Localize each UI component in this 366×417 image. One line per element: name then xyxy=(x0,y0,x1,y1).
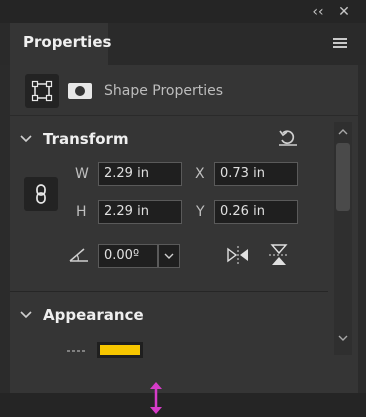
tab-properties-label: Properties xyxy=(23,33,112,51)
stroke-color-swatch[interactable] xyxy=(100,345,140,355)
shape-properties-label: Shape Properties xyxy=(104,83,224,99)
appearance-chevron-down-icon[interactable] xyxy=(20,309,32,321)
panel-bottom-strip xyxy=(0,393,366,417)
width-field[interactable]: 2.29 in xyxy=(98,162,182,186)
rotation-angle-dropdown[interactable] xyxy=(158,244,180,268)
height-field[interactable]: 2.29 in xyxy=(98,200,182,224)
section-divider xyxy=(10,291,328,292)
panel-menu-icon[interactable] xyxy=(333,38,347,50)
mask-icon xyxy=(68,83,92,99)
angle-icon xyxy=(69,248,88,262)
link-icon xyxy=(36,184,46,204)
shape-mask-button[interactable] xyxy=(63,74,97,108)
rotation-angle-field[interactable]: 0.00º xyxy=(98,244,158,268)
constrain-proportions-button[interactable] xyxy=(24,177,58,211)
collapse-panels-icon[interactable]: ‹‹ xyxy=(310,5,326,19)
width-label: W xyxy=(75,166,89,182)
flip-horizontal-icon[interactable] xyxy=(226,245,250,265)
transform-section-title: Transform xyxy=(43,130,129,148)
scrollbar-thumb[interactable] xyxy=(336,143,350,211)
stroke-weight-icon xyxy=(67,350,87,352)
bounding-box-icon xyxy=(31,80,53,102)
y-position-field[interactable]: 0.26 in xyxy=(214,200,298,224)
appearance-section-title: Appearance xyxy=(43,306,144,324)
scroll-up-icon[interactable] xyxy=(336,127,350,137)
shape-transform-button[interactable] xyxy=(25,74,59,108)
chevron-down-icon xyxy=(164,253,174,259)
x-position-label: X xyxy=(195,166,205,182)
flip-vertical-icon[interactable] xyxy=(268,243,290,267)
vertical-resize-handle-icon[interactable] xyxy=(146,381,166,415)
reset-transform-icon[interactable] xyxy=(278,127,298,147)
scroll-down-icon[interactable] xyxy=(336,333,350,343)
height-label: H xyxy=(76,204,87,220)
close-panel-icon[interactable]: ✕ xyxy=(336,5,352,19)
y-position-label: Y xyxy=(196,204,205,220)
transform-chevron-down-icon[interactable] xyxy=(20,133,32,145)
x-position-field[interactable]: 0.73 in xyxy=(214,162,298,186)
